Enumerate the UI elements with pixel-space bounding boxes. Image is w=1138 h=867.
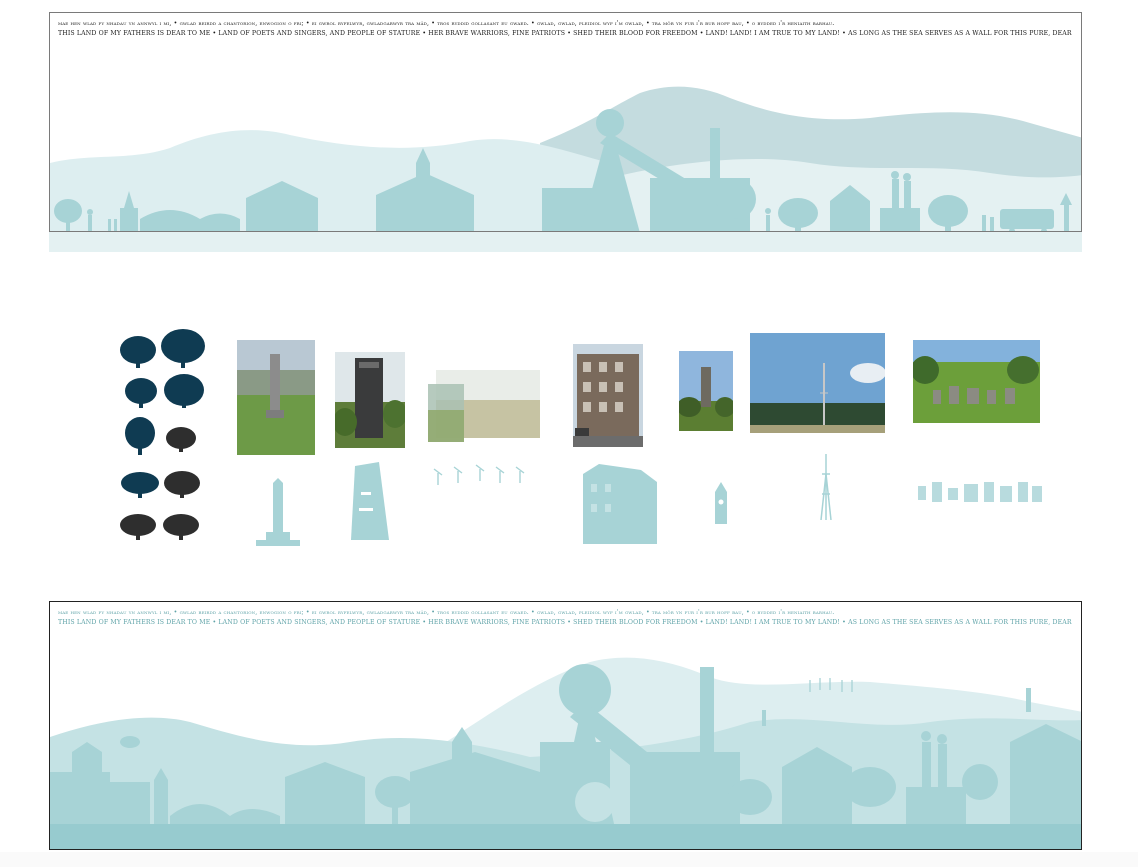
- obelisk-silhouette: [256, 478, 300, 546]
- stone-circle-silhouette: [918, 482, 1042, 502]
- bottom-skyline-panel: Mae hen wlad fy nhadau yn annwyl i mi, •…: [49, 601, 1082, 850]
- anthem-welsh-line: Mae hen wlad fy nhadau yn annwyl i mi, •…: [58, 20, 835, 27]
- building-silhouette: [583, 464, 657, 544]
- anthem-english-line: THIS LAND OF MY FATHERS IS DEAR TO ME • …: [58, 29, 1073, 37]
- page-bottom-fade: [0, 852, 1138, 867]
- tree-silhouettes-dark: [120, 329, 205, 498]
- hillside-photo: [428, 370, 540, 442]
- mine-tower-photo: [335, 352, 405, 448]
- anthem-welsh-line: Mae hen wlad fy nhadau yn annwyl i mi, •…: [58, 609, 835, 616]
- anthem-text-top: Mae hen wlad fy nhadau yn annwyl i mi, •…: [58, 19, 1073, 38]
- clock-tower-silhouette: [715, 482, 727, 524]
- top-skyline-artwork: [50, 86, 1081, 231]
- anthem-english-line: THIS LAND OF MY FATHERS IS DEAR TO ME • …: [58, 618, 1073, 626]
- stone-circle-photo: [913, 340, 1040, 423]
- mine-tower-silhouette: [351, 462, 389, 540]
- obelisk-monument-photo: [237, 340, 315, 455]
- anthem-text-bottom: Mae hen wlad fy nhadau yn annwyl i mi, •…: [58, 608, 1073, 627]
- wind-turbines-silhouette: [433, 464, 525, 485]
- top-ground-strip: [49, 232, 1082, 252]
- top-skyline-panel: Mae hen wlad fy nhadau yn annwyl i mi, •…: [49, 12, 1082, 232]
- building-photo: [573, 344, 643, 447]
- mast-silhouette: [820, 454, 832, 520]
- mast-photo: [750, 333, 885, 433]
- bottom-ground-band: [50, 824, 1081, 849]
- clock-tower-photo: [679, 351, 733, 431]
- bottom-skyline-artwork: [50, 657, 1081, 849]
- tree-silhouettes-grid: [120, 329, 205, 540]
